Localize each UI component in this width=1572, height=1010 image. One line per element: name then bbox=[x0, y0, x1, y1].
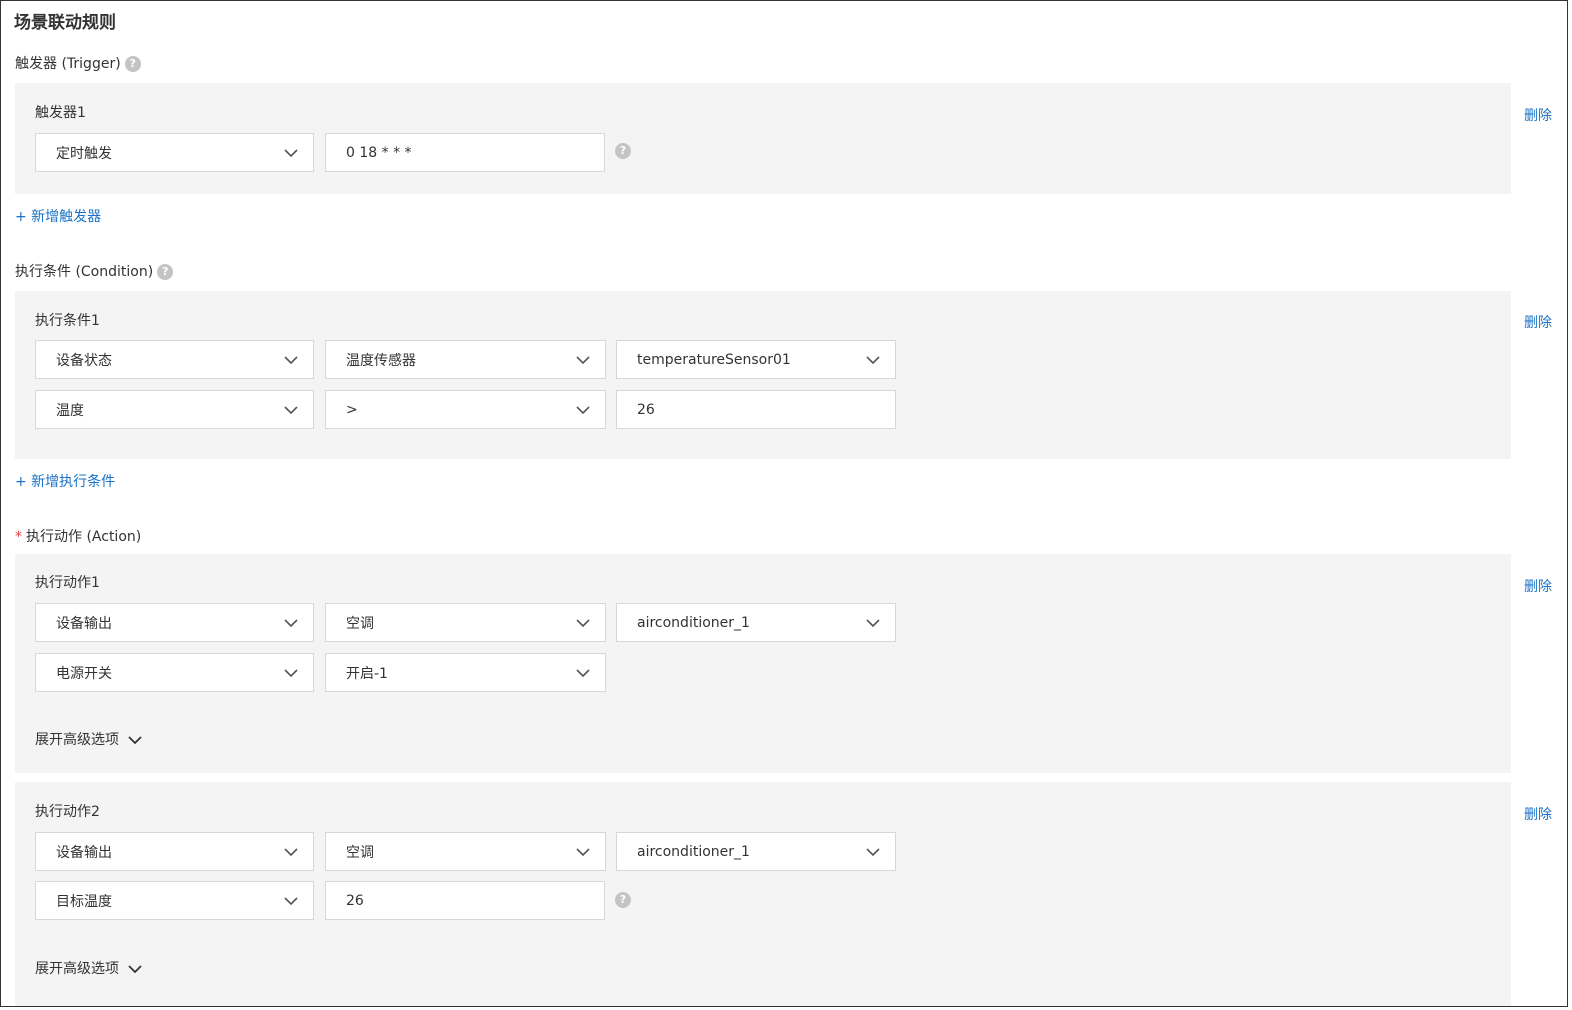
condition-panel-1: 执行条件1 设备状态 温度传感器 temperatureSensor01 温度 … bbox=[15, 291, 1511, 459]
condition-section-label: 执行条件 (Condition) ? bbox=[15, 262, 174, 282]
expand-advanced-options[interactable]: 展开高级选项 bbox=[35, 730, 143, 750]
condition-property-select[interactable]: 温度 bbox=[35, 390, 314, 429]
action-product-value: 空调 bbox=[346, 615, 374, 632]
condition-operator-select[interactable]: > bbox=[325, 390, 606, 429]
action-type-value: 设备输出 bbox=[56, 615, 112, 632]
trigger-type-value: 定时触发 bbox=[56, 145, 112, 162]
trigger-title: 触发器1 bbox=[35, 105, 86, 121]
condition-label-text: 执行条件 (Condition) bbox=[15, 264, 154, 280]
condition-product-value: 温度传感器 bbox=[346, 352, 416, 369]
condition-title: 执行条件1 bbox=[35, 313, 100, 329]
action-device-select[interactable]: airconditioner_1 bbox=[616, 832, 896, 871]
chevron-down-icon bbox=[576, 355, 590, 364]
trigger-label-text: 触发器 (Trigger) bbox=[15, 56, 121, 72]
chevron-down-icon bbox=[576, 668, 590, 677]
condition-value-text: 26 bbox=[637, 401, 655, 418]
cron-value: 0 18 * * * bbox=[346, 144, 412, 161]
condition-product-select[interactable]: 温度传感器 bbox=[325, 340, 606, 379]
action-property-value: 电源开关 bbox=[56, 665, 112, 682]
action-property-select[interactable]: 电源开关 bbox=[35, 653, 314, 692]
action-product-select[interactable]: 空调 bbox=[325, 603, 606, 642]
chevron-down-icon bbox=[284, 355, 298, 364]
chevron-down-icon bbox=[866, 355, 880, 364]
chevron-down-icon bbox=[866, 847, 880, 856]
action-label-text: 执行动作 (Action) bbox=[26, 529, 142, 545]
action-delete-link[interactable]: 删除 bbox=[1524, 805, 1552, 825]
cron-input[interactable]: 0 18 * * * bbox=[325, 133, 605, 172]
condition-delete-link[interactable]: 删除 bbox=[1524, 313, 1552, 333]
chevron-down-icon bbox=[128, 965, 142, 974]
action-value-text: 26 bbox=[346, 892, 364, 909]
expand-advanced-label: 展开高级选项 bbox=[35, 732, 119, 748]
action-value-input[interactable]: 26 bbox=[325, 881, 605, 920]
action-title: 执行动作2 bbox=[35, 804, 100, 820]
help-icon[interactable]: ? bbox=[615, 892, 631, 908]
chevron-down-icon bbox=[866, 618, 880, 627]
chevron-down-icon bbox=[284, 148, 298, 157]
action-property-select[interactable]: 目标温度 bbox=[35, 881, 314, 920]
trigger-panel-1: 触发器1 定时触发 0 18 * * * ? bbox=[15, 83, 1511, 194]
condition-device-value: temperatureSensor01 bbox=[637, 351, 791, 368]
expand-advanced-options[interactable]: 展开高级选项 bbox=[35, 959, 143, 979]
action-device-value: airconditioner_1 bbox=[637, 614, 750, 631]
chevron-down-icon bbox=[576, 618, 590, 627]
condition-operator-value: > bbox=[346, 401, 358, 418]
add-trigger-link[interactable]: + 新增触发器 bbox=[15, 207, 101, 227]
action-value-select[interactable]: 开启-1 bbox=[325, 653, 606, 692]
help-icon[interactable]: ? bbox=[157, 264, 174, 280]
action-panel-2: 执行动作2 设备输出 空调 airconditioner_1 目标温度 26 ?… bbox=[15, 782, 1511, 1006]
action-device-value: airconditioner_1 bbox=[637, 843, 750, 860]
action-type-value: 设备输出 bbox=[56, 844, 112, 861]
expand-advanced-label: 展开高级选项 bbox=[35, 961, 119, 977]
help-icon[interactable]: ? bbox=[124, 56, 141, 72]
action-value-text: 开启-1 bbox=[346, 665, 388, 682]
chevron-down-icon bbox=[284, 668, 298, 677]
action-product-select[interactable]: 空调 bbox=[325, 832, 606, 871]
trigger-section-label: 触发器 (Trigger) ? bbox=[15, 54, 141, 74]
action-delete-link[interactable]: 删除 bbox=[1524, 577, 1552, 597]
chevron-down-icon bbox=[284, 896, 298, 905]
chevron-down-icon bbox=[576, 405, 590, 414]
chevron-down-icon bbox=[284, 847, 298, 856]
trigger-delete-link[interactable]: 删除 bbox=[1524, 106, 1552, 126]
scene-rule-form: 场景联动规则 触发器 (Trigger) ? 触发器1 定时触发 0 18 * … bbox=[0, 0, 1568, 1007]
condition-property-value: 温度 bbox=[56, 402, 84, 419]
trigger-type-select[interactable]: 定时触发 bbox=[35, 133, 314, 172]
chevron-down-icon bbox=[576, 847, 590, 856]
required-mark: * bbox=[15, 529, 22, 545]
action-type-select[interactable]: 设备输出 bbox=[35, 832, 314, 871]
action-section-label: * 执行动作 (Action) bbox=[15, 527, 141, 547]
condition-value-input[interactable]: 26 bbox=[616, 390, 896, 429]
action-device-select[interactable]: airconditioner_1 bbox=[616, 603, 896, 642]
chevron-down-icon bbox=[284, 618, 298, 627]
action-product-value: 空调 bbox=[346, 844, 374, 861]
condition-type-value: 设备状态 bbox=[56, 352, 112, 369]
condition-type-select[interactable]: 设备状态 bbox=[35, 340, 314, 379]
action-property-value: 目标温度 bbox=[56, 893, 112, 910]
chevron-down-icon bbox=[284, 405, 298, 414]
condition-device-select[interactable]: temperatureSensor01 bbox=[616, 340, 896, 379]
add-condition-link[interactable]: + 新增执行条件 bbox=[15, 472, 115, 492]
action-type-select[interactable]: 设备输出 bbox=[35, 603, 314, 642]
chevron-down-icon bbox=[128, 736, 142, 745]
action-title: 执行动作1 bbox=[35, 575, 100, 591]
help-icon[interactable]: ? bbox=[615, 143, 631, 159]
page-title: 场景联动规则 bbox=[14, 13, 116, 33]
action-panel-1: 执行动作1 设备输出 空调 airconditioner_1 电源开关 开启-1… bbox=[15, 554, 1511, 773]
